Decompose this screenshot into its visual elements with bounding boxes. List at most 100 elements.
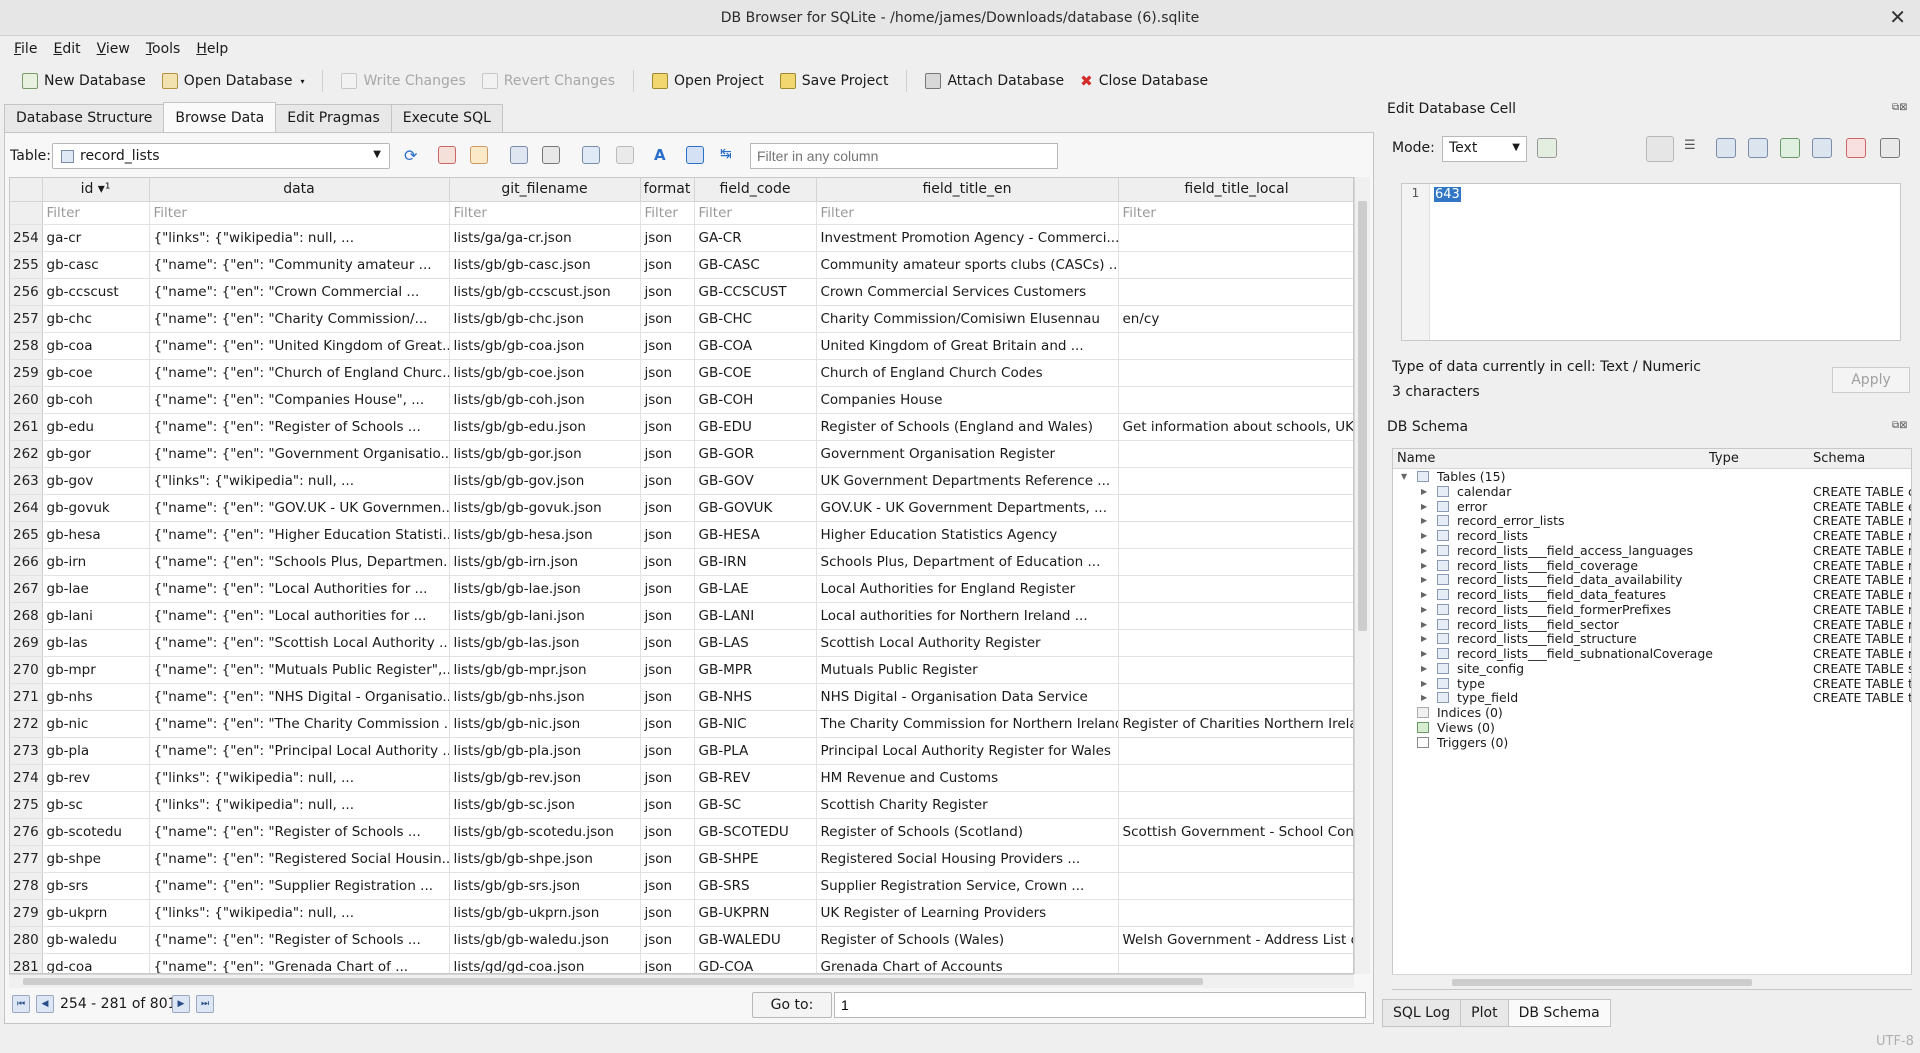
row-number[interactable]: 260: [10, 386, 43, 414]
cell-git-filename[interactable]: lists/gd/gd-coa.json: [449, 953, 641, 973]
cell-id[interactable]: gb-ukprn: [42, 899, 150, 927]
cell-id[interactable]: ga-cr: [42, 224, 150, 252]
open-project-button[interactable]: Open Project: [644, 67, 772, 95]
cell-id[interactable]: gb-nic: [42, 710, 150, 738]
schema-triggers-node[interactable]: Triggers (0): [1393, 734, 1911, 752]
new-database-button[interactable]: New Database: [14, 67, 154, 95]
cell-id[interactable]: gd-coa: [42, 953, 150, 973]
table-row[interactable]: 255 gb-casc {"name": {"en": "Community ama…: [10, 251, 1353, 279]
cell-git-filename[interactable]: lists/gb/gb-sc.json: [449, 791, 641, 819]
table-row[interactable]: 274 gb-rev {"links": {"wikipedia": null, .…: [10, 764, 1353, 792]
cell-field-title-en[interactable]: Registered Social Housing Providers ...: [816, 845, 1119, 873]
cell-id[interactable]: gb-srs: [42, 872, 150, 900]
cell-field-title-local[interactable]: Get information about schools, UK Re: [1118, 413, 1353, 441]
cell-data[interactable]: {"name": {"en": "The Charity Commission …: [149, 710, 450, 738]
table-row[interactable]: 264 gb-govuk {"name": {"en": "GOV.UK - UK …: [10, 494, 1353, 522]
cell-field-title-en[interactable]: Companies House: [816, 386, 1119, 414]
cell-field-code[interactable]: GB-SCOTEDU: [694, 818, 817, 846]
table-row[interactable]: 281 gd-coa {"name": {"en": "Grenada Chart …: [10, 953, 1353, 973]
cell-field-title-en[interactable]: United Kingdom of Great Britain and ...: [816, 332, 1119, 360]
cell-field-title-local[interactable]: [1118, 602, 1353, 630]
cell-field-code[interactable]: GB-COE: [694, 359, 817, 387]
menu-file[interactable]: File: [6, 37, 45, 61]
cell-git-filename[interactable]: lists/gb/gb-nhs.json: [449, 683, 641, 711]
row-number[interactable]: 255: [10, 251, 43, 279]
table-row[interactable]: 278 gb-srs {"name": {"en": "Supplier Regis…: [10, 872, 1353, 900]
cell-id[interactable]: gb-coh: [42, 386, 150, 414]
cell-id[interactable]: gb-govuk: [42, 494, 150, 522]
cell-id[interactable]: gb-nhs: [42, 683, 150, 711]
cell-git-filename[interactable]: lists/gb/gb-rev.json: [449, 764, 641, 792]
cell-field-title-local[interactable]: [1118, 548, 1353, 576]
cell-id[interactable]: gb-gov: [42, 467, 150, 495]
cell-field-title-local[interactable]: [1118, 494, 1353, 522]
tab-database-structure[interactable]: Database Structure: [4, 104, 165, 132]
tab-db-schema[interactable]: DB Schema: [1507, 999, 1611, 1027]
cell-field-code[interactable]: GB-GOR: [694, 440, 817, 468]
cell-id[interactable]: gb-pla: [42, 737, 150, 765]
find-replace-icon[interactable]: [686, 146, 704, 164]
cell-format[interactable]: json: [640, 791, 695, 819]
row-number[interactable]: 280: [10, 926, 43, 954]
cell-format[interactable]: json: [640, 926, 695, 954]
cell-id[interactable]: gb-ccscust: [42, 278, 150, 306]
cell-git-filename[interactable]: lists/ga/ga-cr.json: [449, 224, 641, 252]
scrollbar-thumb[interactable]: [23, 978, 1203, 985]
table-row[interactable]: 271 gb-nhs {"name": {"en": "NHS Digital - …: [10, 683, 1353, 711]
cell-id[interactable]: gb-sc: [42, 791, 150, 819]
cell-git-filename[interactable]: lists/gb/gb-chc.json: [449, 305, 641, 333]
replace-icon[interactable]: ↹: [720, 146, 738, 164]
save-project-button[interactable]: Save Project: [772, 67, 897, 95]
print-cell-icon[interactable]: [1880, 138, 1900, 158]
cell-field-code[interactable]: GB-UKPRN: [694, 899, 817, 927]
tab-sql-log[interactable]: SQL Log: [1382, 999, 1462, 1027]
cell-data[interactable]: {"name": {"en": "Schools Plus, Departmen…: [149, 548, 450, 576]
cell-format[interactable]: json: [640, 332, 695, 360]
row-number[interactable]: 268: [10, 602, 43, 630]
close-window-icon[interactable]: ✕: [1889, 6, 1906, 28]
cell-git-filename[interactable]: lists/gb/gb-coa.json: [449, 332, 641, 360]
table-row[interactable]: 276 gb-scotedu {"name": {"en": "Register o…: [10, 818, 1353, 846]
cell-git-filename[interactable]: lists/gb/gb-lani.json: [449, 602, 641, 630]
cell-field-title-en[interactable]: Scottish Charity Register: [816, 791, 1119, 819]
cell-id[interactable]: gb-gor: [42, 440, 150, 468]
clear-cell-icon[interactable]: [1846, 138, 1866, 158]
table-row[interactable]: 267 gb-lae {"name": {"en": "Local Authorit…: [10, 575, 1353, 603]
cell-format[interactable]: json: [640, 656, 695, 684]
cell-field-code[interactable]: GB-LANI: [694, 602, 817, 630]
column-header-field-code[interactable]: field_code: [694, 178, 817, 202]
schema-horizontal-scrollbar[interactable]: [1392, 974, 1912, 989]
export-icon[interactable]: [1748, 138, 1768, 158]
row-number[interactable]: 281: [10, 953, 43, 973]
cell-field-code[interactable]: GB-MPR: [694, 656, 817, 684]
cell-field-title-local[interactable]: [1118, 332, 1353, 360]
cell-format[interactable]: json: [640, 953, 695, 973]
cell-data[interactable]: {"name": {"en": "Crown Commercial ...: [149, 278, 450, 306]
schema-col-type[interactable]: Type: [1709, 451, 1739, 466]
cell-data[interactable]: {"links": {"wikipedia": null, ...: [149, 467, 450, 495]
cell-id[interactable]: gb-scotedu: [42, 818, 150, 846]
cell-field-title-en[interactable]: Principal Local Authority Register for W…: [816, 737, 1119, 765]
cell-git-filename[interactable]: lists/gb/gb-hesa.json: [449, 521, 641, 549]
cell-format[interactable]: json: [640, 413, 695, 441]
cell-git-filename[interactable]: lists/gb/gb-coh.json: [449, 386, 641, 414]
cell-id[interactable]: gb-mpr: [42, 656, 150, 684]
cell-git-filename[interactable]: lists/gb/gb-ukprn.json: [449, 899, 641, 927]
cell-format[interactable]: json: [640, 386, 695, 414]
row-number[interactable]: 276: [10, 818, 43, 846]
cell-field-title-en[interactable]: Register of Schools (Wales): [816, 926, 1119, 954]
cell-field-title-local[interactable]: [1118, 440, 1353, 468]
column-header-format[interactable]: format: [640, 178, 695, 202]
cell-format[interactable]: json: [640, 575, 695, 603]
cell-field-code[interactable]: GD-COA: [694, 953, 817, 973]
cell-id[interactable]: gb-las: [42, 629, 150, 657]
cell-format[interactable]: json: [640, 629, 695, 657]
cell-git-filename[interactable]: lists/gb/gb-ccscust.json: [449, 278, 641, 306]
row-number[interactable]: 265: [10, 521, 43, 549]
cell-data[interactable]: {"name": {"en": "Register of Schools ...: [149, 413, 450, 441]
row-number[interactable]: 272: [10, 710, 43, 738]
cell-git-filename[interactable]: lists/gb/gb-coe.json: [449, 359, 641, 387]
cell-field-title-local[interactable]: Welsh Government - Address List of: [1118, 926, 1353, 954]
row-number[interactable]: 279: [10, 899, 43, 927]
cell-id[interactable]: gb-chc: [42, 305, 150, 333]
